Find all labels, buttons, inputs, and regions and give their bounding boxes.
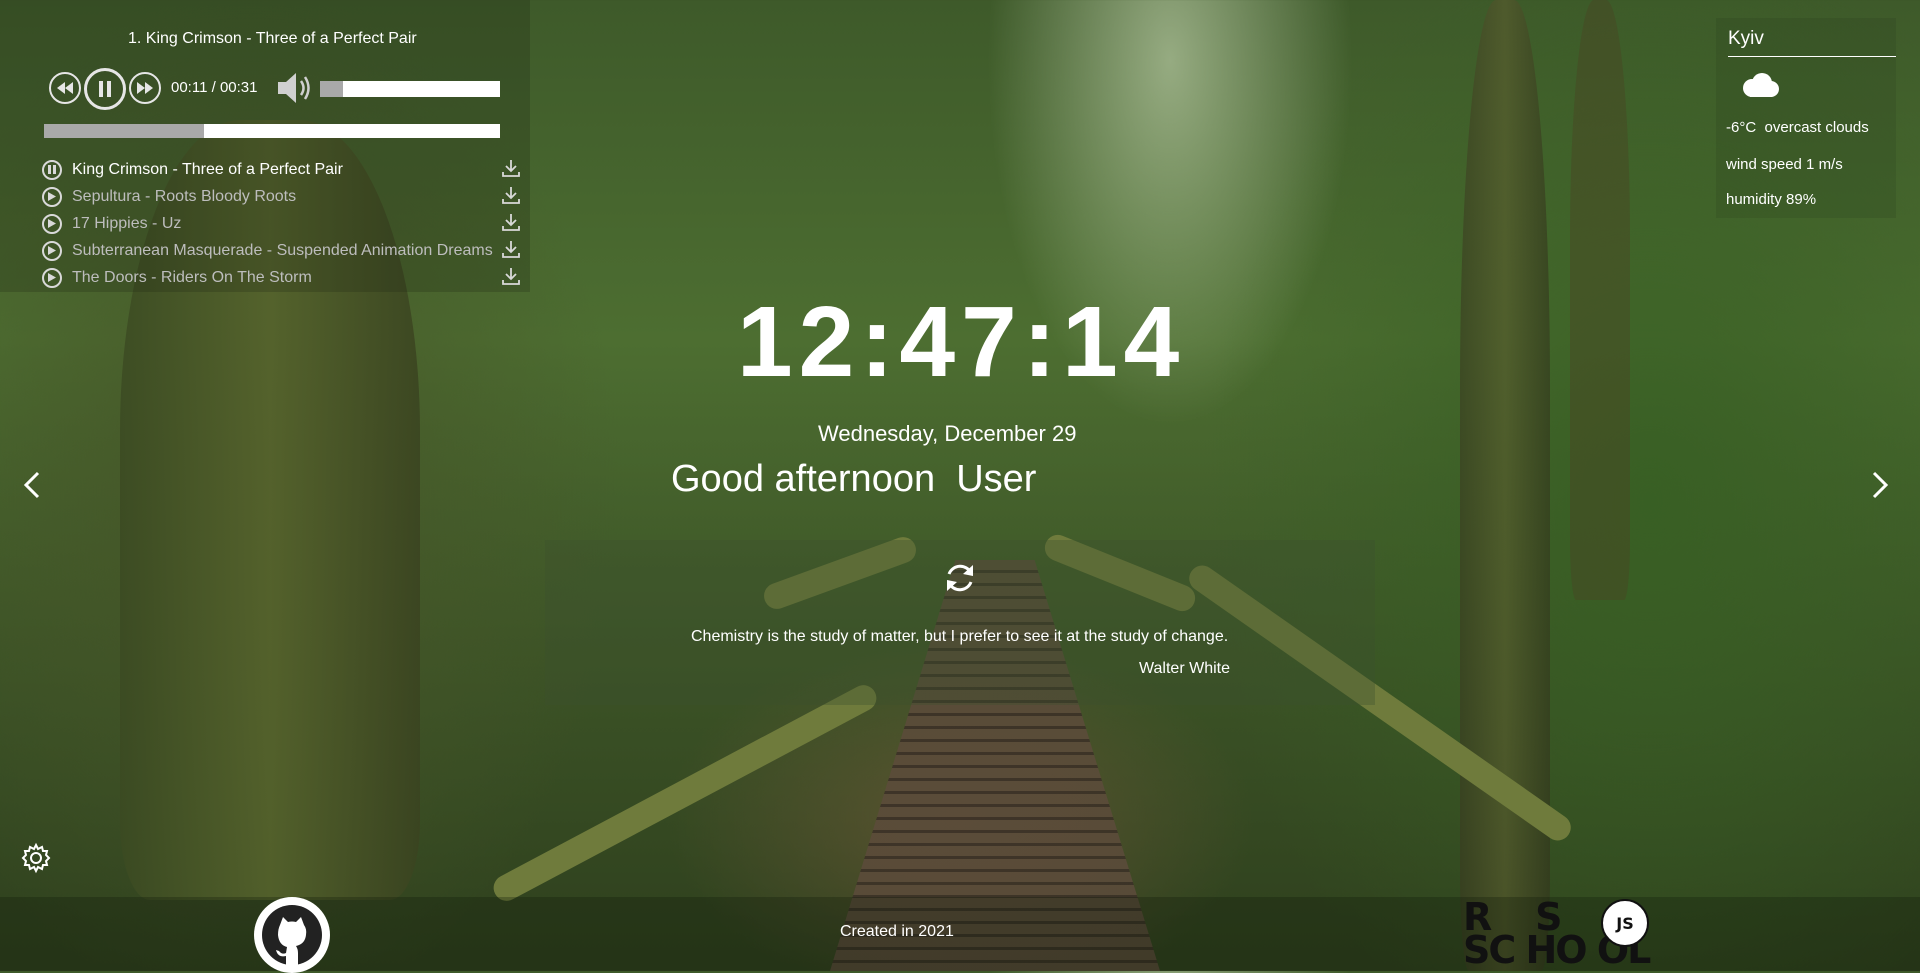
greeting: Good afternoon User [671,458,1036,501]
settings-button[interactable] [20,842,52,879]
weather-widget: Kyiv -6°C overcast clouds wind speed 1 m… [1716,18,1896,218]
chevron-right-icon [1872,471,1889,499]
created-text: Created in 2021 [840,923,954,940]
refresh-icon [947,564,973,592]
mute-button[interactable] [276,71,314,110]
weather-description: overcast clouds [1764,119,1869,136]
js-badge: JS [1601,899,1649,947]
playlist-item-title: King Crimson - Three of a Perfect Pair [72,160,343,178]
current-track-title: 1. King Crimson - Three of a Perfect Pai… [128,30,417,47]
chevron-left-icon [23,471,40,499]
humidity: humidity 89% [1726,191,1817,208]
progress-bar[interactable] [44,124,500,138]
github-link[interactable] [254,897,330,973]
weather-temp-line: -6°C overcast clouds [1726,119,1869,136]
slide-next-button[interactable] [1868,470,1892,505]
download-icon[interactable] [502,213,520,236]
cloud-icon [1738,72,1782,105]
playlist-item[interactable]: 17 Hippies - Uz [42,210,522,237]
wind-speed: wind speed 1 m/s [1726,156,1843,173]
download-icon[interactable] [502,186,520,209]
temperature: -6°C [1726,119,1757,136]
playlist-item[interactable]: Sepultura - Roots Bloody Roots [42,183,522,210]
change-quote-button[interactable] [942,560,978,601]
time-display: 00:11 / 00:31 [171,79,258,96]
pause-icon[interactable] [42,159,62,180]
playlist-item[interactable]: Subterranean Masquerade - Suspended Anim… [42,237,522,264]
current-time: 00:11 [171,79,208,96]
github-icon [262,905,322,965]
date-display: Wednesday, December 29 [818,421,1077,446]
volume-slider[interactable] [320,81,500,97]
playlist-item[interactable]: King Crimson - Three of a Perfect Pair [42,156,522,183]
next-track-button[interactable] [129,72,161,104]
rs-school-logo[interactable]: R S SC HO OL JS [1463,897,1673,971]
quote-text: Chemistry is the study of matter, but I … [691,628,1229,645]
gear-icon [21,842,51,874]
download-icon[interactable] [502,159,520,182]
play-icon[interactable] [42,213,62,234]
volume-fill [320,81,344,97]
audio-player: 1. King Crimson - Three of a Perfect Pai… [0,0,530,292]
prev-track-button[interactable] [49,72,81,104]
progress-fill [44,124,204,138]
greeting-text: Good afternoon [671,458,936,500]
play-icon[interactable] [42,240,62,261]
volume-icon [278,73,310,103]
duration: 00:31 [219,79,258,96]
playlist-item-title: 17 Hippies - Uz [72,214,182,232]
download-icon[interactable] [502,267,520,290]
quote-panel: Chemistry is the study of matter, but I … [545,540,1375,705]
name-input[interactable]: User [956,458,1036,500]
playlist-item-title: Subterranean Masquerade - Suspended Anim… [72,241,493,259]
clock-time: 12:47:14 [737,286,1186,398]
slide-prev-button[interactable] [20,470,44,505]
pause-icon [99,81,111,97]
rewind-icon [57,82,73,94]
play-icon[interactable] [42,267,62,288]
playlist-item[interactable]: The Doors - Riders On The Storm [42,264,522,291]
playlist-item-title: Sepultura - Roots Bloody Roots [72,187,297,205]
time-separator: / [207,79,220,96]
play-pause-button[interactable] [84,68,126,110]
play-icon[interactable] [42,186,62,207]
playlist-item-title: The Doors - Riders On The Storm [72,268,312,286]
fast-forward-icon [137,82,153,94]
playlist: King Crimson - Three of a Perfect Pair S… [42,156,522,291]
download-icon[interactable] [502,240,520,263]
city-input[interactable]: Kyiv [1728,28,1896,57]
quote-author: Walter White [1139,660,1230,677]
footer: Created in 2021 R S SC HO OL JS [0,897,1920,973]
